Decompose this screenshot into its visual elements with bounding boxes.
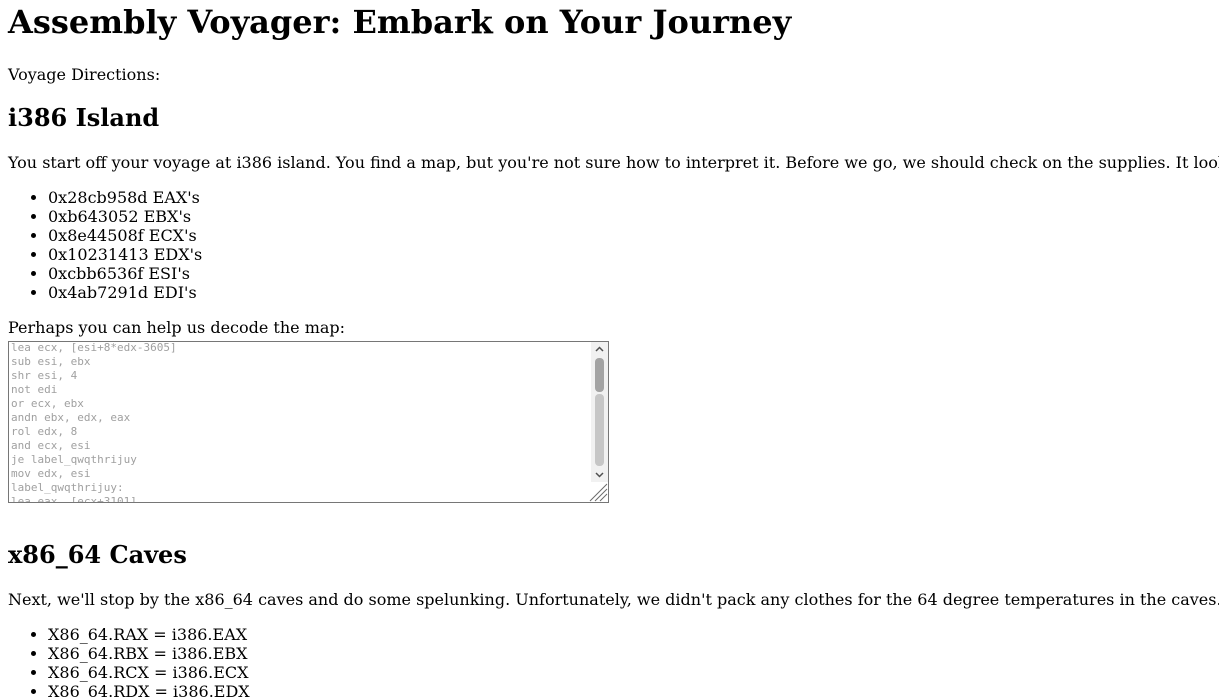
directions-label: Voyage Directions: [8,65,161,84]
chevron-down-icon[interactable] [591,468,608,482]
page: Assembly Voyager: Embark on Your Journey… [0,0,1219,697]
list-item: X86_64.RCX = i386.ECX [48,663,250,682]
list-item: X86_64.RDX = i386.EDX [48,682,250,697]
map-code-textarea[interactable]: lea ecx, [esi+8*edx-3605] sub esi, ebx s… [8,341,609,503]
list-item: 0x8e44508f ECX's [48,226,202,245]
supplies-list: 0x28cb958d EAX's 0xb643052 EBX's 0x8e445… [8,188,202,302]
section-heading-x86-64: x86_64 Caves [8,540,187,569]
list-item: X86_64.RBX = i386.EBX [48,644,250,663]
list-item: 0xb643052 EBX's [48,207,202,226]
resize-grip-icon[interactable] [588,482,608,502]
page-title: Assembly Voyager: Embark on Your Journey [8,3,792,41]
list-item: X86_64.RAX = i386.EAX [48,625,250,644]
list-item: 0x4ab7291d EDI's [48,283,202,302]
section-heading-i386: i386 Island [8,103,160,132]
textarea-scrollbar[interactable] [591,342,608,482]
map-code-content[interactable]: lea ecx, [esi+8*edx-3605] sub esi, ebx s… [11,342,589,502]
scrollbar-thumb[interactable] [595,358,604,392]
list-item: 0x10231413 EDX's [48,245,202,264]
x86-64-intro: Next, we'll stop by the x86_64 caves and… [8,590,1219,609]
conversions-list: X86_64.RAX = i386.EAX X86_64.RBX = i386.… [8,625,250,697]
list-item: 0x28cb958d EAX's [48,188,202,207]
list-item: 0xcbb6536f ESI's [48,264,202,283]
decode-prompt: Perhaps you can help us decode the map: [8,318,346,337]
i386-intro: You start off your voyage at i386 island… [8,153,1219,172]
chevron-up-icon[interactable] [591,342,608,356]
scrollbar-track[interactable] [595,394,604,466]
